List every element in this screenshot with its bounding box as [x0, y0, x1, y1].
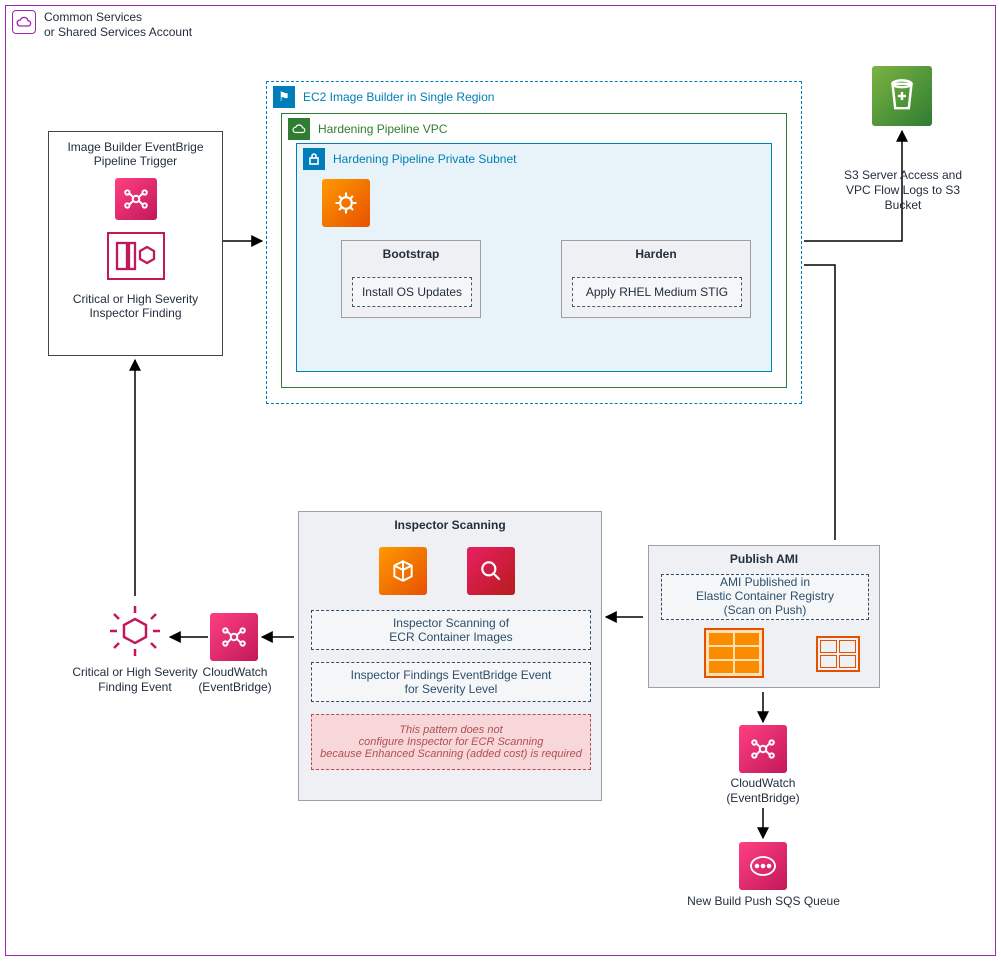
- sqs-icon: [739, 842, 787, 890]
- cloudwatch-left-icon: [210, 613, 258, 661]
- cloudwatch-right-icon: [739, 725, 787, 773]
- publish-panel: Publish AMI AMI Published in Elastic Con…: [648, 545, 880, 688]
- bootstrap-step: Install OS Updates: [352, 277, 472, 307]
- bootstrap-title: Bootstrap: [342, 241, 480, 261]
- harden-title: Harden: [562, 241, 750, 261]
- subnet-box: Hardening Pipeline Private Subnet Bootst…: [296, 143, 772, 372]
- finding-event-caption: Critical or High Severity Finding Event: [65, 665, 205, 695]
- ecr-icon: [704, 628, 764, 678]
- inspector-title: Inspector Scanning: [299, 512, 601, 532]
- inspector-panel: Inspector Scanning Inspector Scanning of…: [298, 511, 602, 801]
- vpc-title: Hardening Pipeline VPC: [318, 122, 447, 136]
- harden-step: Apply RHEL Medium STIG: [572, 277, 742, 307]
- ecr-scan-icon: [379, 547, 427, 595]
- region-title: EC2 Image Builder in Single Region: [303, 90, 494, 104]
- publish-title: Publish AMI: [649, 546, 879, 566]
- image-builder-icon: [322, 179, 370, 227]
- vpc-icon: [288, 118, 310, 140]
- trigger-finding: Critical or High Severity Inspector Find…: [55, 292, 216, 320]
- finding-event-icon: [106, 602, 164, 660]
- inspector-icon: [467, 547, 515, 595]
- cloudwatch-right-caption: CloudWatch (EventBridge): [703, 776, 823, 806]
- inspector-warning: This pattern does not configure Inspecto…: [311, 714, 591, 770]
- inspector-line2: Inspector Findings EventBridge Event for…: [311, 662, 591, 702]
- trigger-title: Image Builder EventBrige Pipeline Trigge…: [55, 140, 216, 168]
- subnet-title: Hardening Pipeline Private Subnet: [333, 152, 516, 166]
- bootstrap-panel: Bootstrap Install OS Updates: [341, 240, 481, 318]
- s3-bucket-icon: [872, 66, 932, 126]
- ami-icon: [816, 636, 860, 672]
- inspector-line1: Inspector Scanning of ECR Container Imag…: [311, 610, 591, 650]
- sqs-caption: New Build Push SQS Queue: [670, 894, 857, 909]
- eventbridge-icon: [115, 178, 157, 220]
- region-icon: ⚑: [273, 86, 295, 108]
- publish-desc: AMI Published in Elastic Container Regis…: [661, 574, 869, 620]
- account-title: Common Services or Shared Services Accou…: [44, 10, 192, 40]
- s3-caption: S3 Server Access and VPC Flow Logs to S3…: [828, 168, 978, 213]
- subnet-lock-icon: [303, 148, 325, 170]
- cloud-icon: [12, 10, 36, 34]
- inspector-finding-icon: [107, 232, 165, 280]
- harden-panel: Harden Apply RHEL Medium STIG: [561, 240, 751, 318]
- trigger-box: Image Builder EventBrige Pipeline Trigge…: [48, 131, 223, 356]
